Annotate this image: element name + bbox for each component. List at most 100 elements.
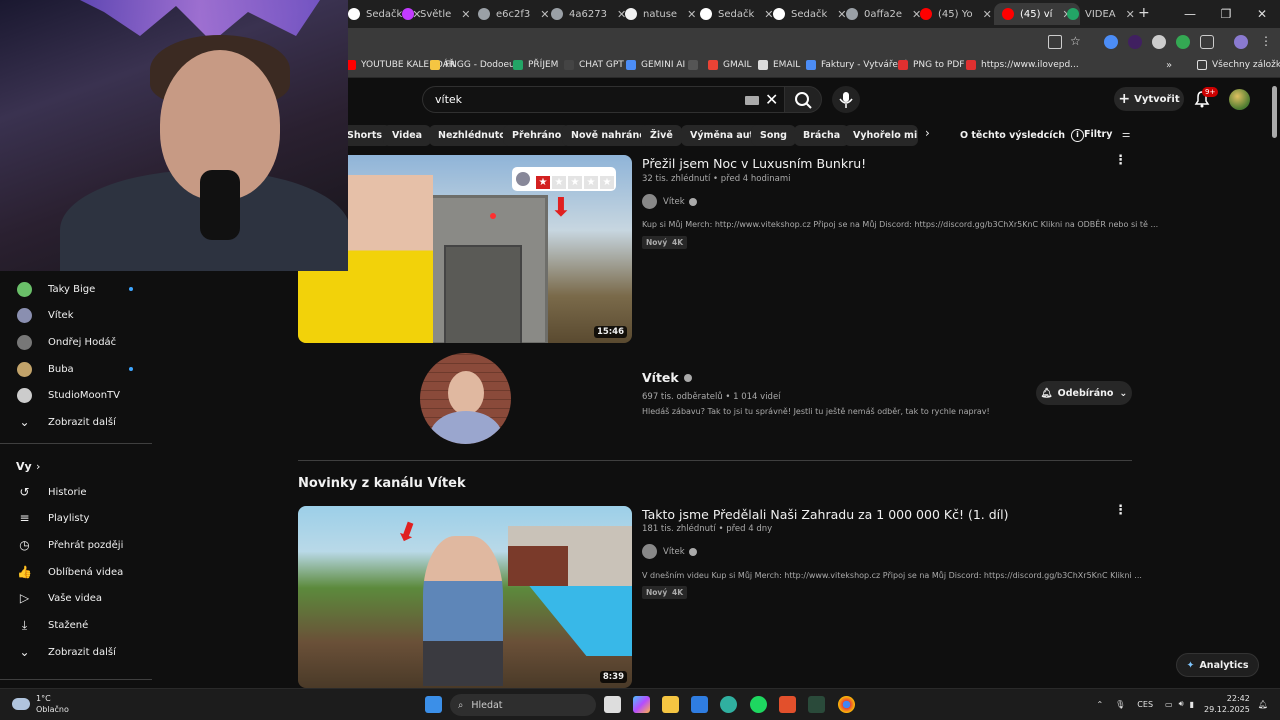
minimize-icon[interactable]: —: [1172, 7, 1208, 21]
filter-chip[interactable]: Nezhlédnuto: [429, 125, 515, 146]
close-tab-icon[interactable]: ✕: [1126, 8, 1135, 21]
scrollbar[interactable]: [1272, 86, 1277, 138]
you-item[interactable]: ≡ Playlisty: [0, 506, 152, 532]
video-channel[interactable]: Vítek: [642, 194, 697, 209]
search-box[interactable]: vítek ✕: [422, 86, 784, 113]
close-tab-icon[interactable]: ✕: [461, 8, 470, 21]
show-more-you[interactable]: ⌄ Zobrazit další: [0, 639, 152, 665]
show-more-subscriptions[interactable]: ⌄ Zobrazit další: [0, 409, 152, 435]
keyboard-icon[interactable]: [745, 96, 759, 105]
voice-search-button[interactable]: [832, 86, 860, 113]
close-tab-icon[interactable]: ✕: [687, 8, 696, 21]
notifications-button[interactable]: 9+: [1192, 87, 1219, 109]
bookmark-item[interactable]: [688, 60, 703, 70]
notifications-icon[interactable]: 🔔︎: [1258, 700, 1268, 709]
close-tab-icon[interactable]: ✕: [540, 8, 549, 21]
you-section-header[interactable]: Vy ›: [0, 453, 152, 479]
browser-tab[interactable]: Sedačk ✕: [700, 3, 773, 25]
account-avatar[interactable]: [1229, 89, 1250, 110]
browser-tab[interactable]: natuse ✕: [625, 3, 696, 25]
video-channel[interactable]: Vítek: [642, 544, 697, 559]
bookmark-item[interactable]: EMAIL: [758, 60, 800, 70]
task-view-icon[interactable]: [604, 696, 621, 713]
more-actions-icon[interactable]: ⋮: [1114, 503, 1127, 518]
you-item[interactable]: ↺ Historie: [0, 479, 152, 505]
weather-widget[interactable]: 1°C Oblačno: [12, 693, 69, 715]
video-title[interactable]: Přežil jsem Noc v Luxusním Bunkru!: [642, 156, 866, 171]
close-window-icon[interactable]: ✕: [1244, 7, 1280, 21]
spotify-icon[interactable]: [750, 696, 767, 713]
bookmark-item[interactable]: GMAIL: [708, 60, 752, 70]
you-item[interactable]: ⤓ Stažené: [0, 613, 152, 639]
close-tab-icon[interactable]: ✕: [983, 8, 992, 21]
browser-tab[interactable]: VIDEA ✕: [1067, 3, 1135, 25]
bookmark-item[interactable]: FNGG - Dodoeu: [430, 60, 515, 70]
bookmark-item[interactable]: PŘÍJEM: [513, 60, 558, 70]
bookmark-item[interactable]: PNG to PDF: [898, 60, 964, 70]
analytics-button[interactable]: ✦ Analytics: [1176, 653, 1259, 677]
install-app-icon[interactable]: [1048, 35, 1062, 49]
profile-avatar[interactable]: [1234, 35, 1248, 49]
extensions-puzzle-icon[interactable]: [1200, 35, 1214, 49]
app-icon[interactable]: [779, 696, 796, 713]
more-actions-icon[interactable]: ⋮: [1114, 153, 1127, 168]
clear-search-icon[interactable]: ✕: [765, 90, 778, 109]
all-bookmarks-folder[interactable]: Všechny záložky: [1197, 60, 1280, 70]
filter-chip[interactable]: Přehráno: [503, 125, 571, 146]
bookmark-item[interactable]: https://www.ilovepd...: [966, 60, 1079, 70]
extension-icon[interactable]: [1176, 35, 1190, 49]
channel-avatar-large[interactable]: [420, 353, 511, 444]
you-item[interactable]: ◷ Přehrát později: [0, 532, 152, 558]
bookmark-item[interactable]: CHAT GPT: [564, 60, 624, 70]
browser-tab[interactable]: Světle ✕: [402, 3, 471, 25]
video-thumbnail[interactable]: ⬇ 8:39: [298, 506, 632, 688]
filter-chip[interactable]: Song: [751, 125, 796, 146]
file-explorer-icon[interactable]: [662, 696, 679, 713]
filter-chip[interactable]: Vyhořelo mi st: [844, 125, 918, 146]
filter-chip[interactable]: Videa: [383, 125, 432, 146]
filter-chip[interactable]: Živě: [641, 125, 682, 146]
battery-icon[interactable]: ▮: [1190, 700, 1194, 709]
extension-icon[interactable]: [1128, 35, 1142, 49]
bookmark-item[interactable]: GEMINI AI: [626, 60, 685, 70]
video-thumbnail[interactable]: ★ ★ ★ ★ ★ ⬇ 15:46: [298, 155, 632, 343]
video-title[interactable]: Takto jsme Předělali Naši Zahradu za 1 0…: [642, 507, 1008, 522]
chevron-right-icon[interactable]: ›: [925, 126, 930, 140]
browser-tab[interactable]: e6c2f3 ✕: [478, 3, 549, 25]
browser-tab[interactable]: 4a6273 ✕: [551, 3, 626, 25]
more-bookmarks-icon[interactable]: »: [1166, 60, 1172, 71]
about-results[interactable]: O těchto výsledcích i: [960, 129, 1084, 142]
terminal-icon[interactable]: [808, 696, 825, 713]
new-tab-button[interactable]: +: [1138, 5, 1150, 21]
microphone-icon[interactable]: 🎙︎: [1115, 700, 1125, 709]
maximize-icon[interactable]: ❐: [1208, 7, 1244, 21]
network-icon[interactable]: ▭: [1165, 700, 1173, 709]
you-item[interactable]: ▷ Vaše videa: [0, 586, 152, 612]
browser-menu-icon[interactable]: ⋮: [1260, 34, 1272, 48]
copilot-icon[interactable]: [633, 696, 650, 713]
search-input[interactable]: vítek: [435, 93, 462, 106]
filter-chip[interactable]: Brácha: [794, 125, 850, 146]
bookmark-item[interactable]: Faktury - Vytváření: [806, 60, 906, 70]
chrome-icon[interactable]: [838, 696, 855, 713]
search-button[interactable]: [784, 86, 822, 113]
edge-icon[interactable]: [720, 696, 737, 713]
filters-button[interactable]: Filtry ⚌: [1084, 129, 1130, 140]
volume-icon[interactable]: 🔊︎: [1179, 699, 1184, 709]
bookmark-star-icon[interactable]: ☆: [1070, 34, 1081, 48]
extension-icon[interactable]: [1104, 35, 1118, 49]
you-item[interactable]: 👍 Oblíbená videa: [0, 559, 152, 585]
chevron-up-icon[interactable]: ⌃: [1096, 700, 1103, 709]
extension-icon[interactable]: [1152, 35, 1166, 49]
subscription-item[interactable]: Buba: [0, 356, 152, 382]
windows-start-icon[interactable]: [425, 696, 442, 713]
subscription-item[interactable]: Vítek: [0, 303, 152, 329]
subscription-item[interactable]: Ondřej Hodáč: [0, 329, 152, 355]
subscribed-button[interactable]: 🔔︎ Odebíráno ⌄: [1036, 381, 1132, 405]
outlook-icon[interactable]: [691, 696, 708, 713]
channel-title[interactable]: Vítek: [642, 370, 692, 385]
browser-tab[interactable]: (45) Yo ✕: [920, 3, 992, 25]
language-indicator[interactable]: CES: [1137, 700, 1153, 709]
create-button[interactable]: + Vytvořit: [1114, 87, 1184, 111]
subscription-item[interactable]: StudioMoonTV: [0, 383, 152, 409]
